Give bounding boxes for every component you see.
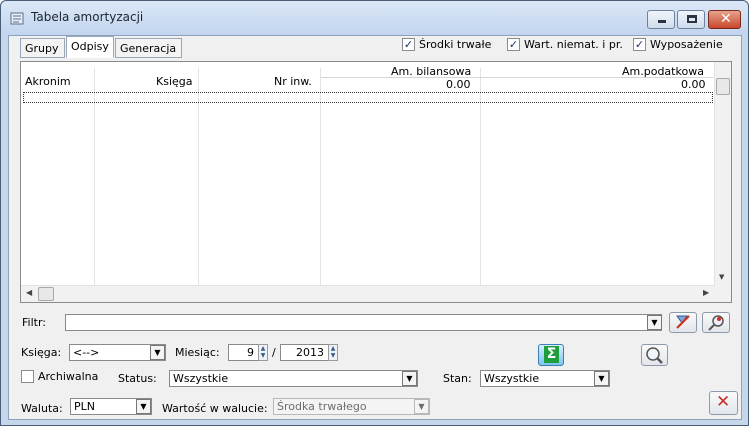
scroll-right-icon[interactable]: ▶: [703, 288, 709, 297]
chevron-down-icon: ▼: [140, 402, 147, 411]
column-divider: [480, 68, 481, 302]
column-header-ksiega[interactable]: Księga: [156, 75, 193, 88]
stan-label: Stan:: [443, 372, 472, 385]
checkbox-archiwalna[interactable]: Archiwalna: [21, 370, 98, 383]
clear-filter-button[interactable]: [669, 312, 697, 333]
window-title: Tabela amortyzacji: [31, 10, 144, 24]
spin-down-icon[interactable]: ▼: [331, 352, 336, 359]
horizontal-scrollbar[interactable]: ◀ ▶: [21, 285, 715, 302]
checkbox-wyposazenie[interactable]: ✓ Wyposażenie: [633, 38, 723, 51]
scroll-left-icon[interactable]: ◀: [26, 288, 32, 297]
miesiac-value: 9: [247, 346, 254, 359]
checkbox-label: Wyposażenie: [650, 38, 723, 51]
ksiega-dropdown-button[interactable]: ▼: [150, 345, 165, 360]
filter-constructor-button[interactable]: [702, 312, 730, 333]
tab-label: Grupy: [25, 42, 59, 55]
scroll-corner: [714, 285, 731, 302]
filter-dropdown-button[interactable]: ▼: [647, 315, 662, 330]
magnifier-icon: [646, 347, 663, 364]
close-button[interactable]: ✕: [709, 391, 738, 415]
checkbox-box[interactable]: ✓: [402, 38, 415, 51]
status-dropdown-button[interactable]: ▼: [402, 371, 417, 386]
column-divider: [94, 68, 95, 302]
miesiac-label: Miesiąc:: [175, 346, 220, 359]
filter-label: Filtr:: [22, 316, 46, 329]
checkbox-srodki-trwale[interactable]: ✓ Środki trwałe: [402, 38, 491, 51]
checkbox-wart-niemat[interactable]: ✓ Wart. niemat. i pr.: [507, 38, 623, 51]
tab-odpisy[interactable]: Odpisy: [66, 36, 114, 58]
column-header-akronim[interactable]: Akronim: [25, 75, 71, 88]
wartosc-label: Wartość w walucie:: [162, 402, 268, 415]
status-label: Status:: [118, 372, 157, 385]
maximize-icon: [687, 15, 697, 23]
minimize-button[interactable]: [647, 10, 675, 29]
waluta-label: Waluta:: [21, 402, 63, 415]
checkbox-label: Wart. niemat. i pr.: [524, 38, 623, 51]
spin-up-icon[interactable]: ▲: [261, 345, 266, 352]
filter-input[interactable]: [65, 314, 662, 331]
chevron-down-icon: ▼: [418, 402, 425, 411]
client-area: Grupy Odpisy Generacja ✓ Środki trwałe ✓…: [8, 35, 742, 420]
stan-dropdown-button[interactable]: ▼: [594, 371, 609, 386]
rok-spinner[interactable]: ▲ ▼: [328, 344, 338, 361]
waluta-dropdown-button[interactable]: ▼: [136, 399, 151, 414]
amortization-table[interactable]: Akronim Księga Nr inw. Am. bilansowa Am.…: [20, 61, 732, 303]
wartosc-dropdown-button: ▼: [414, 399, 429, 414]
close-x-icon: ✕: [716, 392, 731, 412]
ksiega-value: <-->: [73, 346, 100, 359]
sigma-icon: Σ: [544, 346, 559, 363]
header-divider: [321, 77, 713, 78]
maximize-button[interactable]: [677, 10, 705, 29]
column-divider: [198, 68, 199, 302]
date-separator: /: [272, 346, 276, 359]
vertical-scrollbar[interactable]: ▼: [714, 62, 731, 287]
spin-down-icon[interactable]: ▼: [261, 352, 266, 359]
magnifier-filter-icon: [708, 315, 724, 331]
waluta-value: PLN: [74, 400, 95, 413]
chevron-down-icon: ▼: [598, 374, 605, 383]
sum-button[interactable]: Σ: [538, 344, 564, 366]
close-window-button[interactable]: ✕: [708, 10, 741, 29]
close-icon: ✕: [720, 11, 732, 27]
tab-label: Odpisy: [71, 40, 109, 53]
chevron-down-icon: ▼: [406, 374, 413, 383]
chevron-down-icon: ▼: [154, 348, 161, 357]
vertical-scroll-thumb[interactable]: [716, 78, 730, 95]
total-am-podatkowa: 0.00: [681, 78, 706, 91]
app-icon: [10, 12, 24, 25]
spin-up-icon[interactable]: ▲: [331, 345, 336, 352]
table-row-selected[interactable]: [23, 92, 713, 103]
horizontal-scroll-thumb[interactable]: [38, 287, 54, 301]
total-am-bilansowa: 0.00: [446, 78, 471, 91]
window: Tabela amortyzacji ✕ Grupy Odpisy Genera…: [0, 0, 749, 426]
miesiac-spinner[interactable]: ▲ ▼: [258, 344, 268, 361]
rok-value: 2013: [296, 346, 324, 359]
chevron-down-icon: ▼: [651, 318, 658, 327]
checkbox-box[interactable]: ✓: [633, 38, 646, 51]
checkbox-box[interactable]: [21, 370, 34, 383]
wartosc-value: Środka trwałego: [277, 400, 367, 413]
ksiega-label: Księga:: [21, 346, 62, 359]
checkbox-box[interactable]: ✓: [507, 38, 520, 51]
scroll-down-icon[interactable]: ▼: [719, 273, 724, 281]
checkbox-label: Środki trwałe: [419, 38, 492, 51]
column-header-nr-inw[interactable]: Nr inw.: [274, 75, 312, 88]
preview-button[interactable]: [641, 344, 668, 366]
minimize-icon: [658, 20, 666, 23]
stan-select[interactable]: Wszystkie: [480, 370, 610, 387]
wartosc-select: Środka trwałego: [273, 398, 430, 415]
status-select[interactable]: Wszystkie: [169, 370, 418, 387]
stan-value: Wszystkie: [484, 372, 540, 385]
tab-generacja[interactable]: Generacja: [115, 38, 182, 58]
column-divider: [320, 68, 321, 302]
checkbox-label: Archiwalna: [38, 370, 99, 383]
tab-grupy[interactable]: Grupy: [20, 38, 65, 58]
clear-filter-icon: [676, 315, 690, 329]
title-bar[interactable]: Tabela amortyzacji ✕: [1, 1, 748, 35]
tab-label: Generacja: [120, 42, 177, 55]
status-value: Wszystkie: [173, 372, 229, 385]
